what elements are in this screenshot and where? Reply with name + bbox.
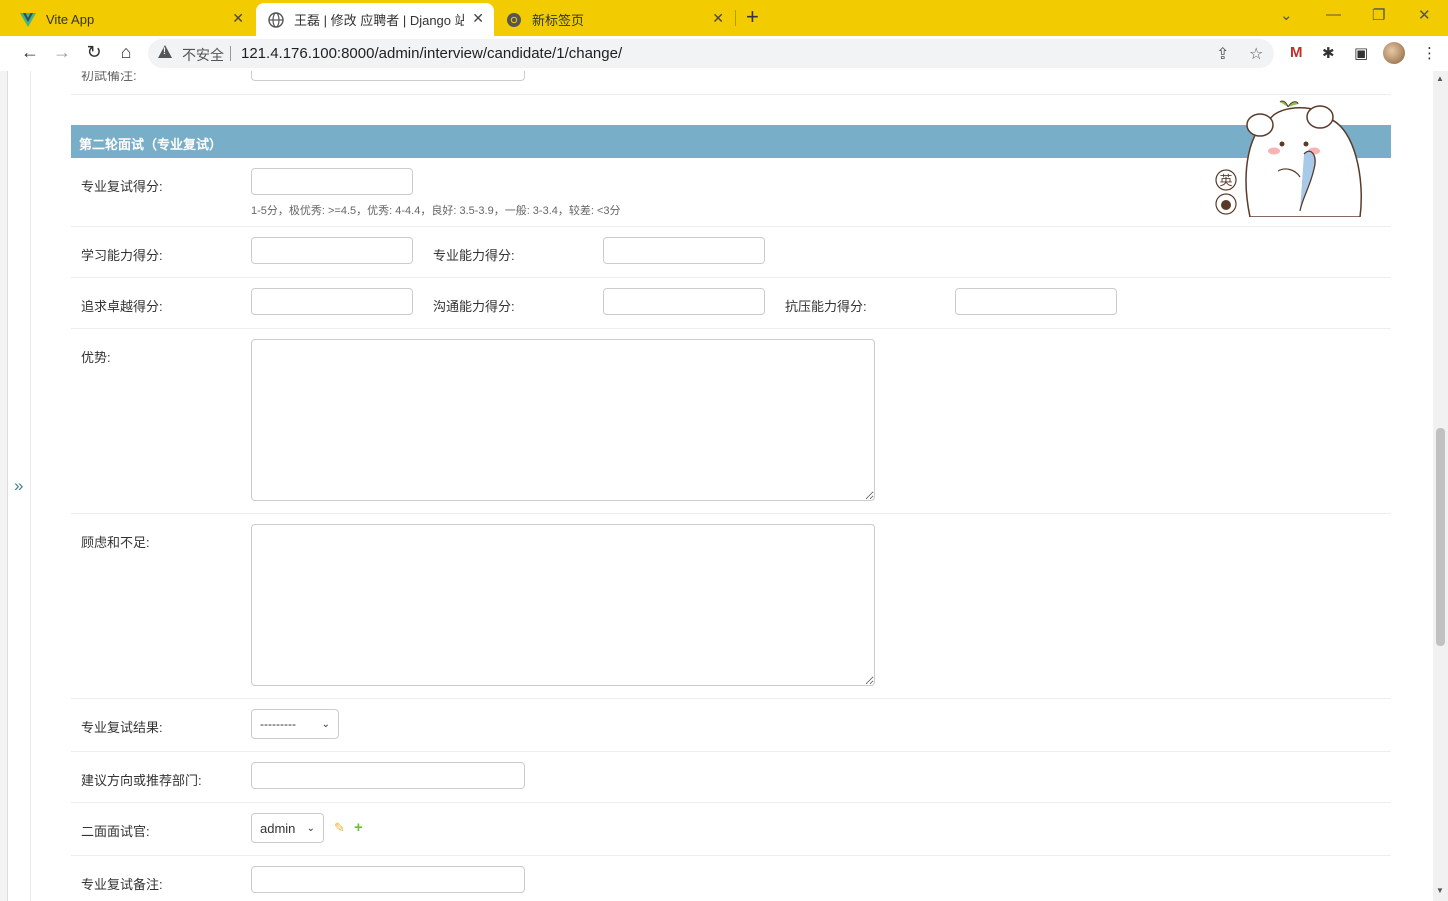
tab-close-icon[interactable]: ✕ [232, 10, 244, 27]
professional-competency-input[interactable] [603, 237, 765, 264]
field-label: 专业复试备注: [81, 877, 163, 892]
tab-close-icon[interactable]: ✕ [472, 10, 484, 27]
form-row-recommend-position: 建议方向或推荐部门: [71, 752, 1391, 803]
globe-icon [268, 11, 284, 28]
form-row-second-remark: 专业复试备注: [71, 856, 1391, 901]
tab-separator [735, 10, 736, 26]
security-label[interactable]: 不安全 [182, 45, 224, 65]
field-label: 专业能力得分: [433, 248, 515, 263]
form-row-second-score: 专业复试得分: 1-5分，极优秀: >=4.5，优秀: 4-4.4，良好: 3.… [71, 158, 1391, 227]
form-row-advantage: 优势: [71, 329, 1391, 514]
form-row-second-result: 专业复试结果: --------- ⌄ [71, 699, 1391, 752]
communication-ability-input[interactable] [603, 288, 765, 315]
field-label: 抗压能力得分: [785, 299, 867, 314]
field-label: 初試備注: [81, 71, 137, 83]
omnibox-divider [230, 46, 231, 61]
form-row-abilities-2: 追求卓越得分: 沟通能力得分: 抗压能力得分: [71, 278, 1391, 329]
forward-arrow-icon[interactable]: → [51, 42, 73, 63]
field-label: 专业复试得分: [81, 179, 163, 194]
address-bar[interactable]: 不安全 121.4.176.100:8000/admin/interview/c… [148, 39, 1274, 68]
bookmark-star-icon[interactable]: ☆ [1249, 44, 1263, 64]
add-plus-icon[interactable]: + [354, 819, 363, 836]
advantage-textarea[interactable] [251, 339, 875, 501]
back-arrow-icon[interactable]: ← [19, 42, 41, 63]
form-row-second-interviewer: 二面面试官: admin ⌄ ✎ + [71, 803, 1391, 856]
pursue-excellence-input[interactable] [251, 288, 413, 315]
double-chevron-right-icon[interactable]: » [14, 476, 23, 496]
tab-title: 王磊 | 修改 应聘者 | Django 站点 [294, 13, 464, 28]
field-label: 二面面试官: [81, 824, 150, 839]
first-remark-input[interactable] [251, 71, 525, 81]
profile-avatar[interactable] [1383, 42, 1405, 64]
restore-icon[interactable]: ❐ [1372, 6, 1385, 24]
tab-vite-app[interactable]: Vite App ✕ [8, 3, 254, 36]
side-panel-icon[interactable]: ▣ [1354, 44, 1368, 62]
second-interviewer-select[interactable]: admin ⌄ [251, 813, 324, 843]
vue-icon [20, 12, 36, 27]
vertical-scrollbar[interactable]: ▲ ▼ [1433, 71, 1448, 901]
recommend-position-input[interactable] [251, 762, 525, 789]
window-close-icon[interactable]: ✕ [1418, 6, 1431, 24]
new-tab-plus-icon[interactable]: + [746, 6, 759, 28]
scroll-up-arrow-icon[interactable]: ▲ [1436, 74, 1444, 83]
learning-ability-input[interactable] [251, 237, 413, 264]
field-label: 优势: [81, 350, 111, 365]
page-viewport: » 初試備注: 第二轮面试（专业复试） 英 专业复试得分: 1-5分，极优秀: … [0, 71, 1448, 901]
second-remark-input[interactable] [251, 866, 525, 893]
selected-value: admin [260, 820, 296, 836]
tab-title: Vite App [46, 12, 95, 27]
selected-value: --------- [260, 717, 296, 731]
fieldset-header: 第二轮面试（专业复试） [71, 125, 1391, 158]
field-label: 顾虑和不足: [81, 535, 150, 550]
warning-icon[interactable] [158, 45, 172, 58]
browser-tab-bar: Vite App ✕ 王磊 | 修改 应聘者 | Django 站点 ✕ 新标签… [0, 0, 1448, 36]
tab-title: 新标签页 [532, 13, 585, 28]
left-page-strip [0, 71, 8, 901]
scroll-down-arrow-icon[interactable]: ▼ [1436, 886, 1444, 895]
browser-toolbar: ← → ↻ ⌂ 不安全 121.4.176.100:8000/admin/int… [0, 36, 1448, 71]
edit-pencil-icon[interactable]: ✎ [334, 820, 345, 836]
url-text[interactable]: 121.4.176.100:8000/admin/interview/candi… [241, 45, 622, 62]
share-icon[interactable]: ⇪ [1216, 44, 1229, 64]
chevron-down-icon: ⌄ [306, 822, 315, 834]
field-label: 建议方向或推荐部门: [81, 773, 202, 788]
tab-django-admin[interactable]: 王磊 | 修改 应聘者 | Django 站点 ✕ [256, 3, 494, 36]
field-label: 追求卓越得分: [81, 299, 163, 314]
form-row-disadvantage: 顾虑和不足: [71, 514, 1391, 699]
reload-icon[interactable]: ↻ [83, 42, 105, 63]
field-label: 沟通能力得分: [433, 299, 515, 314]
chrome-icon [507, 12, 521, 27]
help-text: 1-5分，极优秀: >=4.5，优秀: 4-4.4，良好: 3.5-3.9，一般… [251, 205, 621, 217]
tab-close-icon[interactable]: ✕ [712, 10, 724, 27]
disadvantage-textarea[interactable] [251, 524, 875, 686]
form-row-first-remark: 初試備注: [71, 71, 1391, 95]
extension-m-icon[interactable]: M [1290, 44, 1303, 61]
pressure-score-input[interactable] [955, 288, 1117, 315]
minimize-icon[interactable]: — [1326, 6, 1341, 23]
field-label: 专业复试结果: [81, 720, 163, 735]
home-icon[interactable]: ⌂ [115, 42, 137, 63]
form-row-abilities-1: 学习能力得分: 专业能力得分: [71, 227, 1391, 278]
menu-kebab-icon[interactable]: ⋮ [1422, 44, 1437, 62]
second-result-select[interactable]: --------- ⌄ [251, 709, 339, 739]
nav-sidebar-toggle[interactable]: » [8, 71, 31, 901]
field-label: 学习能力得分: [81, 248, 163, 263]
extensions-puzzle-icon[interactable]: ✱ [1322, 44, 1335, 62]
scroll-thumb[interactable] [1436, 428, 1445, 646]
tab-new-tab[interactable]: 新标签页 ✕ [494, 3, 734, 36]
tab-search-chevron-icon[interactable]: ⌄ [1280, 6, 1293, 24]
second-score-input[interactable] [251, 168, 413, 195]
chevron-down-icon: ⌄ [321, 718, 330, 730]
